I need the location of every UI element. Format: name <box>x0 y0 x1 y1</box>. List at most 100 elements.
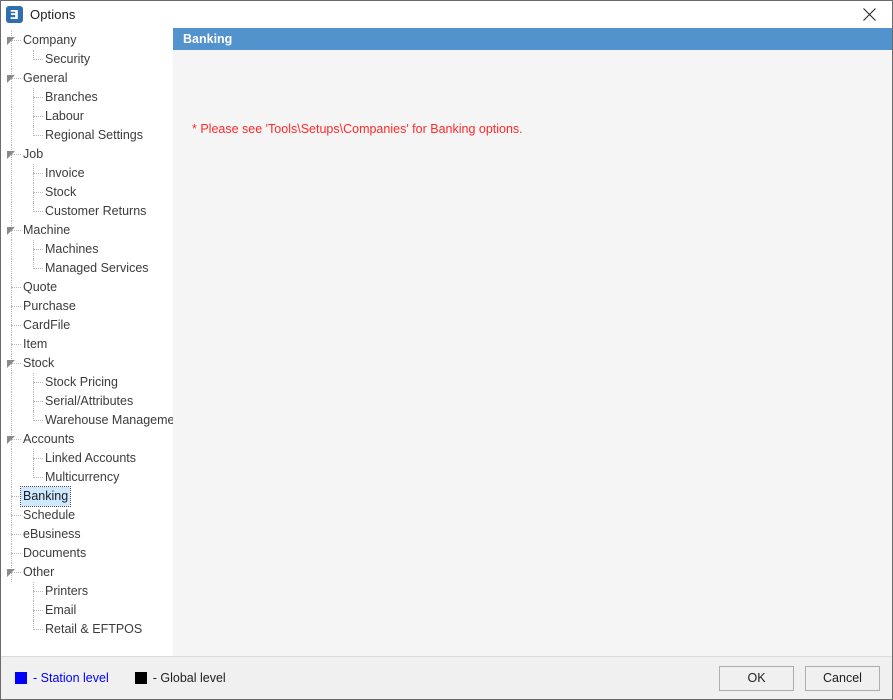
tree-guide-line <box>11 240 12 259</box>
tree-guide-line <box>33 249 43 250</box>
tree-item-label: Managed Services <box>45 261 149 275</box>
tree-item-stock-pricing[interactable]: Stock Pricing <box>1 373 173 392</box>
tree-item-serial-attributes[interactable]: Serial/Attributes <box>1 392 173 411</box>
tree-guide-line <box>11 259 12 278</box>
tree-item-printers[interactable]: Printers <box>1 582 173 601</box>
tree-item-label: Stock Pricing <box>45 375 118 389</box>
tree-guide-line <box>33 97 43 98</box>
tree-item-machine[interactable]: Machine <box>1 221 173 240</box>
dialog-buttons: OK Cancel <box>719 665 880 691</box>
tree-item-general[interactable]: General <box>1 69 173 88</box>
tree-guide-line <box>11 50 12 69</box>
dialog-body: Company Security General Branches Labour Regi… <box>1 28 892 656</box>
tree-item-managed-services[interactable]: Managed Services <box>1 259 173 278</box>
tree-item-documents[interactable]: Documents <box>1 544 173 563</box>
tree-guide-line <box>11 107 12 126</box>
dialog-footer: - Station level - Global level OK Cancel <box>1 656 892 699</box>
tree-item-item[interactable]: Item <box>1 335 173 354</box>
content-panel: Banking * Please see 'Tools\Setups\Compa… <box>173 28 892 656</box>
tree-item-label: Retail & EFTPOS <box>45 622 143 636</box>
tree-item-label: Purchase <box>23 299 76 313</box>
tree-item-customer-returns[interactable]: Customer Returns <box>1 202 173 221</box>
tree-item-company[interactable]: Company <box>1 31 173 50</box>
tree-expander-icon[interactable] <box>7 151 16 160</box>
tree-item-label: Warehouse Management <box>45 413 173 427</box>
tree-item-label: Regional Settings <box>45 128 143 142</box>
legend-swatch-station-level <box>15 672 27 684</box>
tree-item-accounts[interactable]: Accounts <box>1 430 173 449</box>
tree-item-other[interactable]: Other <box>1 563 173 582</box>
tree-item-ebusiness[interactable]: eBusiness <box>1 525 173 544</box>
tree-item-label: eBusiness <box>23 527 81 541</box>
tree-item-email[interactable]: Email <box>1 601 173 620</box>
app-icon-glyph: Ǝ <box>9 7 20 22</box>
tree-item-label: Printers <box>45 584 89 598</box>
tree-guide-line <box>11 392 12 411</box>
options-tree[interactable]: Company Security General Branches Labour Regi… <box>1 28 173 656</box>
tree-item-linked-accounts[interactable]: Linked Accounts <box>1 449 173 468</box>
tree-expander-icon[interactable] <box>7 75 16 84</box>
tree-item-stock[interactable]: Stock <box>1 183 173 202</box>
tree-item-branches[interactable]: Branches <box>1 88 173 107</box>
tree-guide-line <box>11 202 12 221</box>
tree-item-label: Email <box>45 603 77 617</box>
tree-item-label: Quote <box>23 280 58 294</box>
tree-item-job[interactable]: Job <box>1 145 173 164</box>
tree-guide-line <box>11 88 12 107</box>
tree-item-label: Item <box>23 337 48 351</box>
tree-item-machines[interactable]: Machines <box>1 240 173 259</box>
legend-station-level: - Station level <box>15 671 109 685</box>
tree-item-stock[interactable]: Stock <box>1 354 173 373</box>
tree-item-quote[interactable]: Quote <box>1 278 173 297</box>
tree-item-schedule[interactable]: Schedule <box>1 506 173 525</box>
tree-item-label: Branches <box>45 90 98 104</box>
tree-expander-icon[interactable] <box>7 436 16 445</box>
tree-item-retail-eftpos[interactable]: Retail & EFTPOS <box>1 620 173 639</box>
tree-guide-line <box>11 373 12 392</box>
ok-button[interactable]: OK <box>719 665 794 691</box>
window-title: Options <box>30 7 76 22</box>
tree-item-label: Labour <box>45 109 84 123</box>
tree-guide-line <box>11 306 21 307</box>
tree-item-regional-settings[interactable]: Regional Settings <box>1 126 173 145</box>
tree-guide-line <box>11 344 21 345</box>
tree-expander-icon[interactable] <box>7 37 16 46</box>
tree-guide-line <box>11 468 12 487</box>
tree-item-label: Other <box>23 565 55 579</box>
close-icon[interactable] <box>847 1 892 28</box>
tree-item-label: General <box>23 71 68 85</box>
tree-expander-icon[interactable] <box>7 227 16 236</box>
tree-item-purchase[interactable]: Purchase <box>1 297 173 316</box>
tree-item-label: Customer Returns <box>45 204 147 218</box>
tree-expander-icon[interactable] <box>7 569 16 578</box>
tree-guide-line <box>11 164 12 183</box>
tree-guide-line <box>33 610 43 611</box>
legend-label-global-level: - Global level <box>152 671 226 685</box>
tree-guide-line <box>11 515 21 516</box>
tree-item-security[interactable]: Security <box>1 50 173 69</box>
tree-item-labour[interactable]: Labour <box>1 107 173 126</box>
tree-item-label: Schedule <box>23 508 76 522</box>
tree-expander-icon[interactable] <box>7 360 16 369</box>
tree-item-label: CardFile <box>23 318 71 332</box>
tree-item-banking[interactable]: Banking <box>1 486 173 507</box>
tree-guide-line <box>33 458 43 459</box>
tree-guide-line <box>33 116 43 117</box>
tree-item-cardfile[interactable]: CardFile <box>1 316 173 335</box>
tree-guide-line <box>11 449 12 468</box>
tree-item-warehouse-management[interactable]: Warehouse Management <box>1 411 173 430</box>
tree-item-multicurrency[interactable]: Multicurrency <box>1 468 173 487</box>
tree-item-label: Linked Accounts <box>45 451 137 465</box>
tree-guide-line <box>11 126 12 145</box>
tree-guide-line <box>33 382 43 383</box>
tree-item-label: Stock <box>45 185 77 199</box>
tree-item-label: Documents <box>23 546 87 560</box>
tree-guide-line <box>33 420 43 421</box>
cancel-button[interactable]: Cancel <box>805 665 880 691</box>
tree-item-invoice[interactable]: Invoice <box>1 164 173 183</box>
tree-item-label: Security <box>45 52 91 66</box>
tree-guide-line <box>11 325 21 326</box>
content-header-title: Banking <box>173 28 892 50</box>
tree-item-label: Stock <box>23 356 55 370</box>
legend-global-level: - Global level <box>134 671 226 685</box>
